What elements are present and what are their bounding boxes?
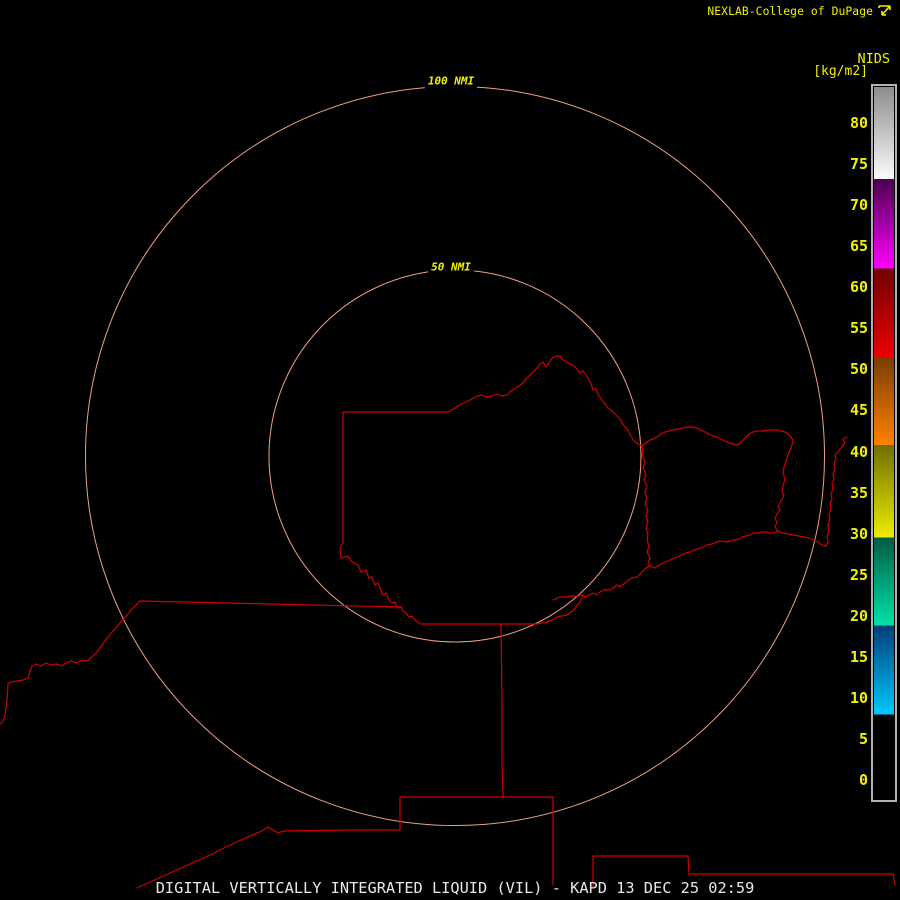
colorbar-tick: 15 bbox=[849, 647, 868, 666]
colorbar-tick: 5 bbox=[858, 729, 868, 748]
range-ring-100nmi bbox=[85, 86, 825, 826]
range-ring-50nmi bbox=[268, 269, 642, 643]
radar-map-canvas bbox=[0, 86, 896, 889]
page-title: NEXLAB-College of DuPage bbox=[707, 4, 873, 18]
boundary-line bbox=[447, 355, 794, 532]
range-rings bbox=[85, 86, 825, 826]
colorbar-tick: 45 bbox=[849, 401, 868, 420]
boundary-line bbox=[641, 445, 651, 567]
colorbar-tick: 50 bbox=[849, 360, 868, 379]
header: NEXLAB-College of DuPage bbox=[707, 3, 894, 19]
colorbar-tick: 40 bbox=[849, 442, 868, 461]
colorbar bbox=[871, 84, 897, 802]
dupage-logo-icon bbox=[878, 5, 891, 16]
colorbar-tick: 70 bbox=[849, 196, 868, 215]
colorbar-tick: 35 bbox=[849, 483, 868, 502]
colorbar-tick: 55 bbox=[849, 319, 868, 338]
colorbar-tick: 25 bbox=[849, 565, 868, 584]
colorbar-tick: 0 bbox=[858, 771, 868, 789]
range-label-100nmi: 100 NMI bbox=[424, 73, 478, 89]
boundary-line bbox=[399, 796, 554, 886]
colorbar-tick: 75 bbox=[849, 155, 868, 174]
boundary-line bbox=[552, 594, 584, 601]
colorbar-tick: 65 bbox=[849, 237, 868, 256]
status-text: DIGITAL VERTICALLY INTEGRATED LIQUID (VI… bbox=[155, 879, 755, 897]
boundary-line bbox=[339, 411, 848, 625]
range-label-50nmi: 50 NMI bbox=[428, 259, 474, 275]
county-boundaries bbox=[0, 355, 896, 889]
boundary-line bbox=[0, 600, 403, 725]
colorbar-gradient bbox=[874, 87, 894, 799]
colorbar-tick: 20 bbox=[849, 606, 868, 625]
colorbar-tick: 80 bbox=[849, 114, 868, 132]
radar-display: 100 NMI 50 NMI NEXLAB-College of DuPage … bbox=[0, 0, 900, 900]
colorbar-tick: 60 bbox=[849, 278, 868, 297]
colorbar-tick: 10 bbox=[849, 688, 868, 707]
boundary-line bbox=[500, 623, 504, 798]
units-label: [kg/m2] bbox=[813, 64, 868, 79]
colorbar-tick: 30 bbox=[849, 524, 868, 543]
